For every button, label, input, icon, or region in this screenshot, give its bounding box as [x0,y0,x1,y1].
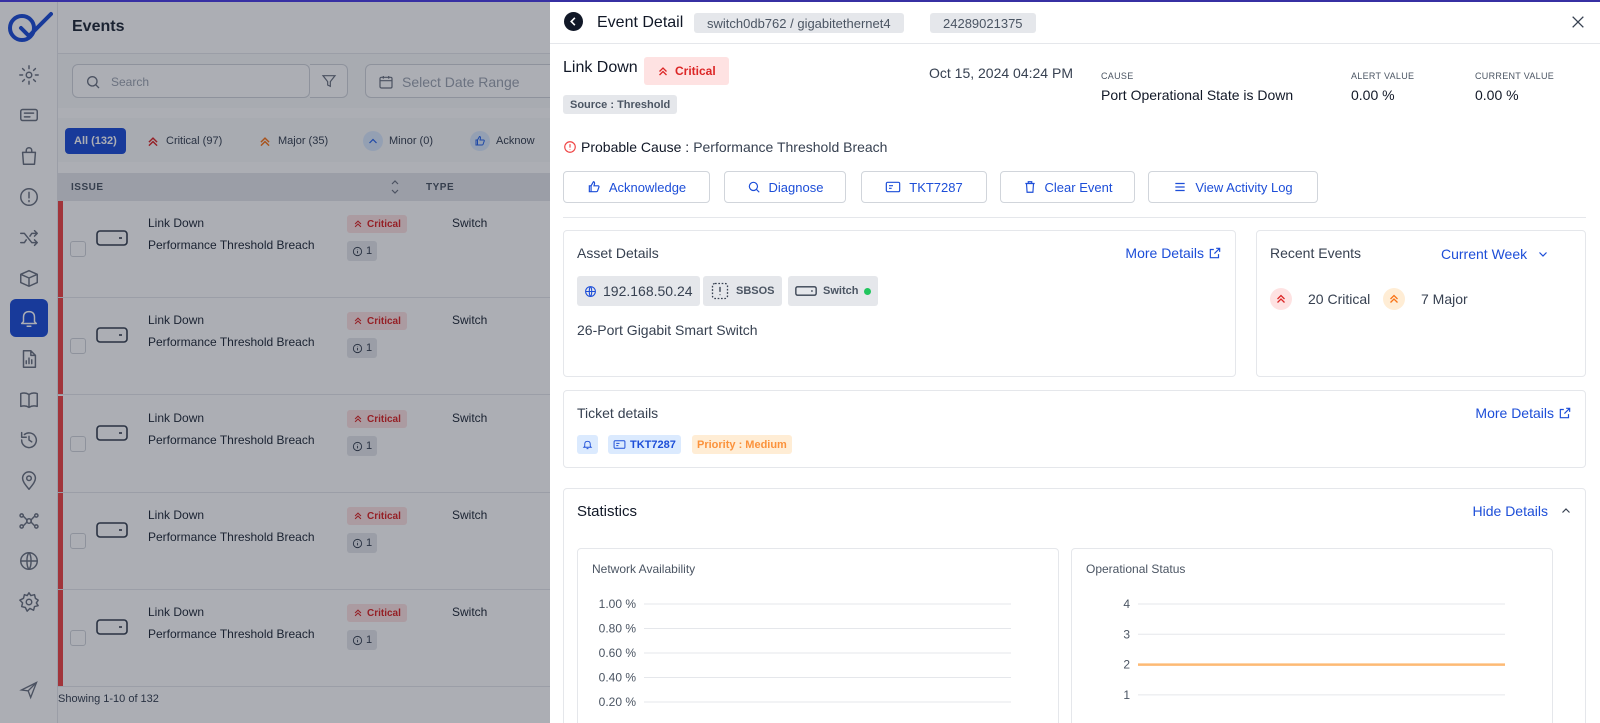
critical-icon [657,65,669,77]
cause-value: Port Operational State is Down [1101,87,1294,103]
more-details-label: More Details [1475,405,1554,421]
event-detail-panel: Event Detail switch0db762 / gigabitether… [550,2,1600,723]
activity-log-button[interactable]: View Activity Log [1148,171,1318,203]
statistics-card: Statistics Hide Details Network Availabi… [563,488,1586,723]
trash-icon [1023,180,1037,194]
hide-details-toggle[interactable]: Hide Details [1473,503,1572,519]
close-icon [1572,16,1584,28]
hide-details-label: Hide Details [1472,503,1548,519]
list-icon [1173,180,1187,194]
y-tick-label: 0.40 % [599,671,637,685]
external-link-icon [1208,246,1222,260]
cause-label: CAUSE [1101,71,1134,81]
device-type-chip: Switch [788,276,879,306]
ticket-details-title: Ticket details [577,405,659,421]
external-link-icon [1558,406,1572,420]
event-datetime: Oct 15, 2024 04:24 PM [929,65,1073,81]
close-button[interactable] [1570,14,1586,30]
severity-badge: Critical [644,57,729,85]
recent-events-title: Recent Events [1270,245,1362,261]
y-tick-label: 1 [1123,688,1130,702]
probable-cause: Probable Cause : Performance Threshold B… [563,139,887,155]
activity-log-label: View Activity Log [1195,179,1293,195]
y-tick-label: 4 [1123,597,1130,611]
asset-description: 26-Port Gigabit Smart Switch [577,322,758,338]
operational-status-plot: 4 3 2 1 [1123,597,1505,702]
globe-icon [584,285,597,298]
acknowledge-label: Acknowledge [608,179,687,195]
diagnose-label: Diagnose [768,179,824,195]
clear-event-label: Clear Event [1044,179,1113,195]
bell-icon [582,439,593,450]
y-tick-label: 0.60 % [599,646,637,660]
ip-address: 192.168.50.24 [603,283,693,299]
chevron-left-icon [570,17,576,26]
divider [563,217,1586,218]
ticket-button[interactable]: TKT7287 [861,171,987,203]
acknowledge-button[interactable]: Acknowledge [563,171,710,203]
y-tick-label: 1.00 % [599,597,637,611]
severity-label: Critical [675,64,716,78]
y-tick-label: 2 [1123,658,1130,672]
critical-icon [1270,288,1292,310]
top-accent-line [0,0,1600,2]
more-details-label: More Details [1125,245,1204,261]
ticket-details-card: Ticket details More Details TKT7287 Prio… [563,390,1586,468]
source-badge: Source : Threshold [563,95,678,114]
diagnose-button[interactable]: Diagnose [724,171,846,203]
y-tick-label: 0.80 % [599,622,637,636]
probable-cause-value: Performance Threshold Breach [693,139,888,155]
priority-chip: Priority : Medium [692,435,792,454]
back-button[interactable] [564,12,583,31]
asset-more-details-link[interactable]: More Details [1125,245,1222,261]
recent-events-card: Recent Events Current Week 20 Critical 7… [1256,230,1586,377]
network-availability-plot: 1.00 % 0.80 % 0.60 % 0.40 % 0.20 % [599,597,1011,709]
chip-icon [710,281,730,301]
week-range-dropdown[interactable]: Current Week [1441,246,1549,262]
interface-path-chip: switch0db762 / gigabitethernet4 [694,13,904,33]
event-id-chip: 24289021375 [930,13,1036,33]
ticket-id-chip[interactable]: TKT7287 [608,435,681,454]
online-status-dot [864,287,872,295]
alert-value-label: ALERT VALUE [1351,71,1415,81]
critical-count-label: 20 Critical [1308,291,1371,307]
modal-backdrop[interactable] [0,0,550,723]
recent-major-count[interactable]: 7 Major [1383,288,1468,310]
asset-details-title: Asset Details [577,245,659,261]
ticket-icon [885,180,901,194]
recent-critical-count[interactable]: 20 Critical [1270,288,1370,310]
thumbs-up-icon [587,180,601,194]
ticket-icon [613,439,626,450]
current-value: 0.00 % [1475,87,1519,103]
ip-chip: 192.168.50.24 [577,276,700,306]
panel-title: Event Detail [597,14,684,31]
probable-cause-label: Probable Cause : [581,139,690,155]
device-type: Switch [823,285,859,297]
y-tick-label: 0.20 % [599,695,637,709]
current-value-label: CURRENT VALUE [1475,71,1555,81]
ticket-label: TKT7287 [909,179,963,195]
panel-header: Event Detail switch0db762 / gigabitether… [550,2,1600,44]
os-name: SBSOS [736,285,775,297]
warning-icon [563,140,577,154]
chevron-up-icon [1560,505,1572,517]
statistics-title: Statistics [577,503,638,520]
notification-chip[interactable] [577,435,598,454]
switch-icon [795,284,817,298]
asset-details-card: Asset Details More Details 192.168.50.24… [563,230,1236,377]
os-chip: SBSOS [703,276,782,306]
ticket-more-details-link[interactable]: More Details [1475,405,1572,421]
clear-event-button[interactable]: Clear Event [1000,171,1135,203]
event-name: Link Down [563,59,638,76]
operational-status-chart: Operational Status 4321 [1071,548,1553,723]
ticket-id: TKT7287 [630,438,676,451]
search-icon [747,180,761,194]
network-availability-chart: Network Availability 1.00 % 0.80 % 0.60 % 0… [577,548,1059,723]
major-count-label: 7 Major [1421,291,1468,307]
alert-value: 0.00 % [1351,87,1395,103]
range-label: Current Week [1441,246,1528,262]
major-icon [1383,288,1405,310]
y-tick-label: 3 [1123,627,1130,641]
chevron-down-icon [1537,248,1549,260]
